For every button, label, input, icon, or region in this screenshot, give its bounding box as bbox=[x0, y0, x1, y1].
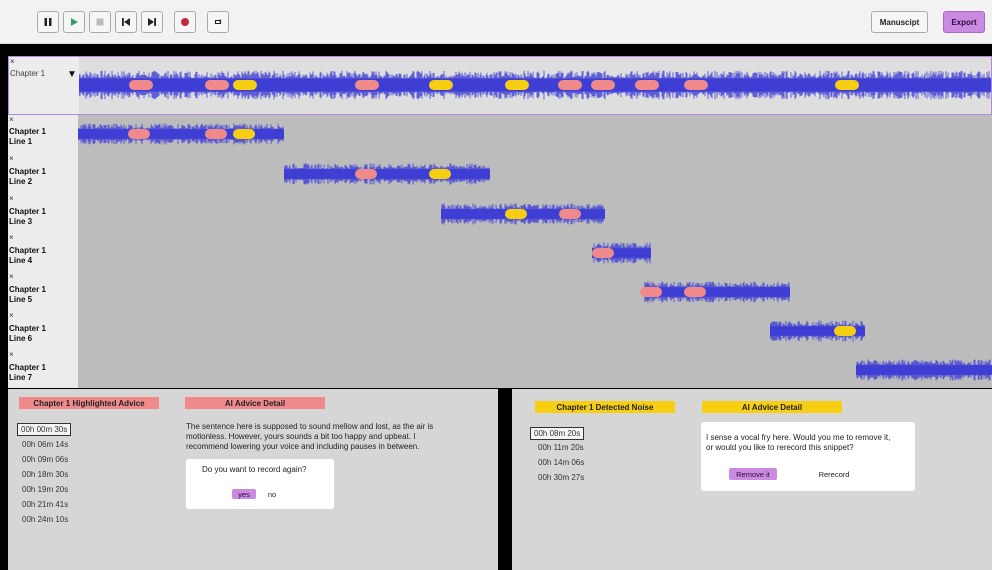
pause-icon bbox=[44, 18, 52, 26]
advice-marker[interactable] bbox=[429, 80, 453, 90]
highlighted-advice-panel: Chapter 1 Highlighted Advice AI Advice D… bbox=[8, 389, 498, 570]
timestamp-item[interactable]: 00h 06m 14s bbox=[22, 440, 68, 449]
track-label: Chapter 1 Line 6 bbox=[9, 324, 46, 343]
noise-marker[interactable] bbox=[558, 80, 582, 90]
skip-forward-button[interactable] bbox=[141, 11, 163, 33]
master-track-label: Chapter 1 bbox=[10, 69, 46, 78]
yes-button[interactable]: yes bbox=[232, 489, 256, 499]
record-again-card: Do you want to record again? yes no bbox=[186, 459, 334, 509]
skip-back-button[interactable] bbox=[115, 11, 137, 33]
stop-button[interactable] bbox=[89, 11, 111, 33]
noise-marker[interactable] bbox=[635, 80, 659, 90]
noise-advice-question: I sense a vocal fry here. Would you me t… bbox=[706, 433, 891, 452]
skip-back-icon bbox=[122, 18, 130, 26]
timestamp-item[interactable]: 00h 09m 06s bbox=[22, 455, 68, 464]
noise-marker[interactable] bbox=[355, 169, 377, 179]
close-icon[interactable]: × bbox=[9, 195, 14, 203]
manuscript-button[interactable]: Manuscipt bbox=[871, 11, 928, 33]
noise-marker[interactable] bbox=[129, 80, 153, 90]
timestamp-item[interactable]: 00h 21m 41s bbox=[22, 500, 68, 509]
noise-marker[interactable] bbox=[205, 80, 229, 90]
noise-marker[interactable] bbox=[591, 80, 615, 90]
timestamp-item[interactable]: 00h 00m 30s bbox=[17, 423, 72, 436]
noise-marker[interactable] bbox=[559, 209, 581, 219]
close-icon[interactable]: × bbox=[9, 351, 14, 359]
noise-marker[interactable] bbox=[205, 129, 227, 139]
pause-button[interactable] bbox=[37, 11, 59, 33]
stop-icon bbox=[96, 18, 104, 26]
track-lanes bbox=[78, 115, 992, 388]
close-icon[interactable]: × bbox=[9, 312, 14, 320]
export-button[interactable]: Export bbox=[943, 11, 985, 33]
track-label: Chapter 1 Line 1 bbox=[9, 127, 46, 146]
advice-marker[interactable] bbox=[233, 80, 257, 90]
timestamp-item[interactable]: 00h 30m 27s bbox=[538, 473, 584, 482]
no-button[interactable]: no bbox=[264, 489, 280, 499]
record-again-question: Do you want to record again? bbox=[202, 465, 307, 474]
advice-marker[interactable] bbox=[505, 209, 527, 219]
advice-text: The sentence here is supposed to sound m… bbox=[186, 422, 434, 451]
clip-waveform[interactable] bbox=[284, 163, 490, 185]
track-label: Chapter 1 Line 2 bbox=[9, 167, 46, 186]
noise-marker[interactable] bbox=[592, 248, 614, 258]
master-track-header: × Chapter 1 ▼ bbox=[9, 57, 79, 114]
close-icon[interactable]: × bbox=[9, 155, 14, 163]
transport-toolbar: Manuscipt Export bbox=[0, 0, 992, 44]
detected-noise-tag: Chapter 1 Detected Noise bbox=[535, 401, 675, 413]
record-icon bbox=[181, 18, 189, 26]
loop-icon bbox=[214, 19, 222, 25]
close-icon[interactable]: × bbox=[9, 234, 14, 242]
rerecord-button[interactable]: Rerecord bbox=[811, 468, 857, 480]
noise-marker[interactable] bbox=[684, 80, 708, 90]
advice-detail-tag: AI Advice Detail bbox=[185, 397, 325, 409]
loop-button[interactable] bbox=[207, 11, 229, 33]
advice-marker[interactable] bbox=[505, 80, 529, 90]
advice-marker[interactable] bbox=[835, 80, 859, 90]
noise-marker[interactable] bbox=[128, 129, 150, 139]
master-track[interactable]: × Chapter 1 ▼ bbox=[8, 56, 992, 115]
play-button[interactable] bbox=[63, 11, 85, 33]
detected-noise-panel: Chapter 1 Detected Noise AI Advice Detai… bbox=[512, 389, 992, 570]
noise-advice-card: I sense a vocal fry here. Would you me t… bbox=[701, 422, 915, 491]
advice-marker[interactable] bbox=[233, 129, 255, 139]
clip-waveform[interactable] bbox=[644, 281, 790, 303]
close-icon[interactable]: × bbox=[10, 58, 15, 66]
timestamp-item[interactable]: 00h 08m 20s bbox=[530, 427, 585, 440]
skip-forward-icon bbox=[148, 18, 156, 26]
clip-waveform[interactable] bbox=[856, 359, 992, 381]
timestamp-item[interactable]: 00h 18m 30s bbox=[22, 470, 68, 479]
play-icon bbox=[71, 18, 78, 26]
timeline: × Chapter 1 ▼ × Chapter 1 Line 1 × Chapte… bbox=[8, 56, 992, 388]
record-button[interactable] bbox=[174, 11, 196, 33]
noise-marker[interactable] bbox=[355, 80, 379, 90]
noise-marker[interactable] bbox=[640, 287, 662, 297]
track-label: Chapter 1 Line 3 bbox=[9, 207, 46, 226]
track-label: Chapter 1 Line 5 bbox=[9, 285, 46, 304]
highlighted-advice-tag: Chapter 1 Highlighted Advice bbox=[19, 397, 159, 409]
timestamp-item[interactable]: 00h 19m 20s bbox=[22, 485, 68, 494]
close-icon[interactable]: × bbox=[9, 116, 14, 124]
track-label: Chapter 1 Line 4 bbox=[9, 246, 46, 265]
timestamp-item[interactable]: 00h 24m 10s bbox=[22, 515, 68, 524]
chevron-down-icon[interactable]: ▼ bbox=[67, 69, 77, 80]
timestamp-item[interactable]: 00h 11m 20s bbox=[538, 443, 584, 452]
advice-marker[interactable] bbox=[429, 169, 451, 179]
timestamp-item[interactable]: 00h 14m 06s bbox=[538, 458, 584, 467]
noise-marker[interactable] bbox=[684, 287, 706, 297]
advice-marker[interactable] bbox=[834, 326, 856, 336]
close-icon[interactable]: × bbox=[9, 273, 14, 281]
advice-detail-tag: AI Advice Detail bbox=[702, 401, 842, 413]
remove-it-button[interactable]: Remove it bbox=[729, 468, 777, 480]
track-label: Chapter 1 Line 7 bbox=[9, 363, 46, 382]
